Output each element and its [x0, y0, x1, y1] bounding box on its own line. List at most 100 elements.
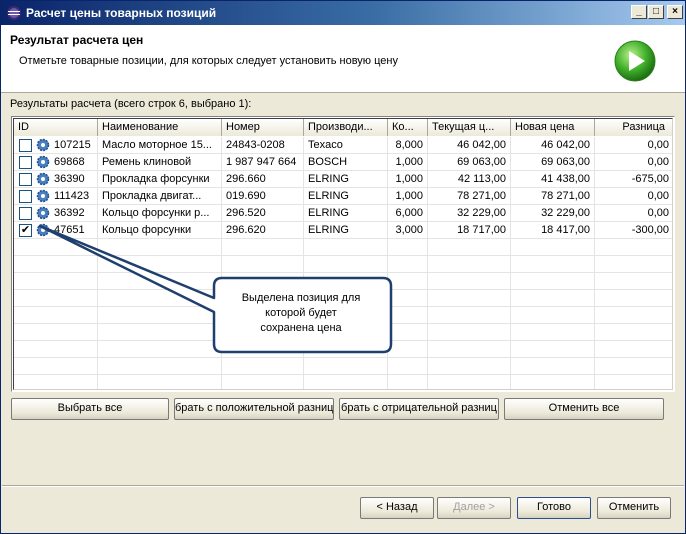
select-positive-button[interactable]: брать с положительной разниц [174, 398, 334, 420]
cell-qty: 1,000 [388, 154, 428, 171]
cell-qty: 8,000 [388, 137, 428, 154]
cell-maker: ELRING [304, 171, 388, 188]
cell-name: Кольцо форсунки р... [98, 205, 222, 222]
cell-current [428, 324, 511, 341]
column-header-qty[interactable]: Ко... [388, 119, 428, 136]
table-row[interactable]: 107215 Масло моторное 15... 24843-0208 Texa… [14, 137, 672, 154]
cell-maker: ELRING [304, 222, 388, 239]
gear-icon [36, 223, 50, 237]
cell-name: Прокладка двигат... [98, 188, 222, 205]
next-button[interactable]: Далее > [437, 497, 511, 519]
cell-qty [388, 273, 428, 290]
cell-diff: -675,00 [595, 171, 672, 188]
cell-current: 78 271,00 [428, 188, 511, 205]
callout-line-3: сохранена цена [260, 322, 342, 334]
price-calculation-dialog: Расчет цены товарных позиций _ □ × Резул… [0, 0, 686, 534]
eclipse-icon [7, 6, 21, 20]
row-id: 36390 [54, 173, 85, 185]
deselect-all-button[interactable]: Отменить все [504, 398, 664, 420]
cell-diff [595, 375, 672, 389]
title-bar[interactable]: Расчет цены товарных позиций _ □ × [1, 1, 685, 25]
cell-qty [388, 307, 428, 324]
cell-maker [304, 341, 388, 358]
maximize-button[interactable]: □ [648, 5, 664, 19]
minimize-button[interactable]: _ [631, 5, 647, 19]
column-header-difference[interactable]: Разница [595, 119, 672, 136]
cell-id [14, 375, 98, 389]
cell-current: 46 042,00 [428, 137, 511, 154]
empty-table-row [14, 358, 672, 375]
cell-current [428, 341, 511, 358]
cell-number: 296.520 [222, 205, 304, 222]
table-row[interactable]: 111423 Прокладка двигат... 019.690 ELRING 1,… [14, 188, 672, 205]
table-header: ID Наименование Номер Производи... Ко...… [14, 119, 672, 136]
cell-name [98, 290, 222, 307]
finish-button[interactable]: Готово [517, 497, 591, 519]
cell-id: 111423 [14, 188, 98, 205]
row-id: 107215 [54, 139, 91, 151]
cell-number: 296.660 [222, 171, 304, 188]
cell-number [222, 256, 304, 273]
gear-icon [36, 189, 50, 203]
gear-icon [36, 172, 50, 186]
cell-new [511, 239, 595, 256]
row-checkbox[interactable] [19, 207, 32, 220]
cell-maker: ELRING [304, 188, 388, 205]
cell-id [14, 358, 98, 375]
back-button[interactable]: < Назад [360, 497, 434, 519]
cell-id [14, 341, 98, 358]
cell-name [98, 375, 222, 389]
cell-current: 18 717,00 [428, 222, 511, 239]
cell-number [222, 273, 304, 290]
cell-diff: 0,00 [595, 188, 672, 205]
column-header-new-price[interactable]: Новая цена [511, 119, 595, 136]
cell-number [222, 375, 304, 389]
cell-maker [304, 239, 388, 256]
cell-qty: 6,000 [388, 205, 428, 222]
row-checkbox[interactable] [19, 156, 32, 169]
cell-current [428, 273, 511, 290]
row-checkbox[interactable] [19, 139, 32, 152]
row-checkbox[interactable] [19, 173, 32, 186]
cell-qty [388, 375, 428, 389]
cell-id: 36390 [14, 171, 98, 188]
select-negative-button[interactable]: брать с отрицательной разниц [339, 398, 499, 420]
table-row[interactable]: 69868 Ремень клиновой 1 987 947 664 BOSCH 1,… [14, 154, 672, 171]
separator [2, 485, 684, 487]
close-button[interactable]: × [667, 5, 683, 19]
column-header-current-price[interactable]: Текущая ц... [428, 119, 511, 136]
column-header-id[interactable]: ID [14, 119, 98, 136]
cell-new [511, 256, 595, 273]
page-description: Отметьте товарные позиции, для которых с… [19, 55, 398, 67]
row-id: 47651 [54, 224, 85, 236]
column-header-number[interactable]: Номер [222, 119, 304, 136]
results-table[interactable]: ID Наименование Номер Производи... Ко...… [11, 116, 675, 392]
row-checkbox[interactable]: ✔ [19, 224, 32, 237]
column-header-maker[interactable]: Производи... [304, 119, 388, 136]
cell-new [511, 273, 595, 290]
cell-new [511, 358, 595, 375]
cell-diff: -300,00 [595, 222, 672, 239]
row-id: 69868 [54, 156, 85, 168]
cell-diff [595, 358, 672, 375]
empty-table-row [14, 239, 672, 256]
cancel-button[interactable]: Отменить [597, 497, 671, 519]
cell-current [428, 239, 511, 256]
cell-current: 69 063,00 [428, 154, 511, 171]
cell-maker: ELRING [304, 205, 388, 222]
table-row[interactable]: 36390 Прокладка форсунки 296.660 ELRING 1,00… [14, 171, 672, 188]
column-header-name[interactable]: Наименование [98, 119, 222, 136]
cell-current [428, 358, 511, 375]
cell-name [98, 324, 222, 341]
cell-diff [595, 239, 672, 256]
table-row[interactable]: 36392 Кольцо форсунки р... 296.520 ELRING 6,… [14, 205, 672, 222]
cell-new: 18 417,00 [511, 222, 595, 239]
cell-number: 296.620 [222, 222, 304, 239]
cell-maker [304, 273, 388, 290]
row-checkbox[interactable] [19, 190, 32, 203]
cell-maker [304, 358, 388, 375]
cell-new: 46 042,00 [511, 137, 595, 154]
select-all-button[interactable]: Выбрать все [11, 398, 169, 420]
cell-current: 42 113,00 [428, 171, 511, 188]
table-row[interactable]: ✔ 47651 Кольцо форсунки 296.620 ELRING 3,000 1… [14, 222, 672, 239]
